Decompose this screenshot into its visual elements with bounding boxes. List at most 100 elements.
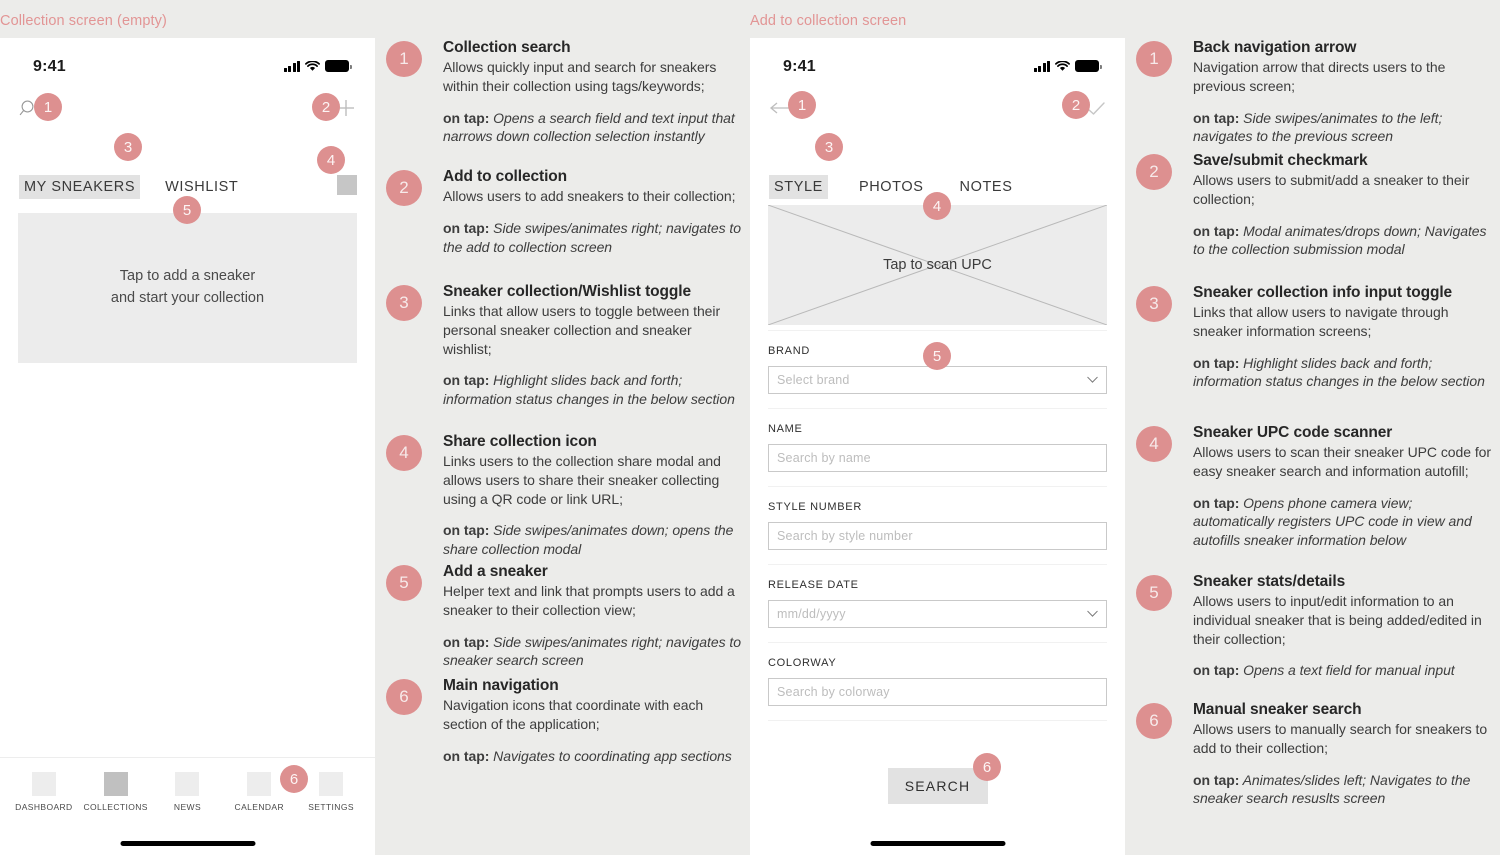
field-placeholder: Search by colorway [777,685,890,699]
callout-badge-6: 6 [280,765,308,793]
annotation-on-tap: on tap: Side swipes/animates to the left… [1193,109,1494,146]
annotation-item: 6 Manual sneaker search Allows users to … [1125,700,1500,808]
screen-label-collection: Collection screen (empty) [0,13,167,29]
empty-collection-card[interactable]: Tap to add a sneaker and start your colle… [18,213,357,363]
annotation-on-tap: on tap: Animates/slides left; Navigates … [1193,771,1494,808]
field-release-date: RELEASE DATE mm/dd/yyyy [768,565,1107,628]
upc-scanner-label: Tap to scan UPC [883,257,992,273]
nav-item-dashboard[interactable]: DASHBOARD [9,772,79,812]
on-tap-label: on tap: [1193,662,1240,679]
on-tap-label: on tap: [443,633,490,650]
news-icon [175,772,200,796]
annotation-item: 6 Main navigation Navigation icons that … [375,676,750,765]
on-tap-text: Navigates to coordinating app sections [493,747,732,764]
share-square-icon[interactable] [337,175,357,195]
annotation-badge: 3 [1136,286,1172,322]
annotation-title: Sneaker UPC code scanner [1193,424,1393,441]
annotation-description: Allows users to input/edit information t… [1193,593,1482,647]
tab-my-sneakers[interactable]: MY SNEAKERS [19,174,141,199]
field-placeholder: Search by style number [777,529,913,543]
on-tap-text: Opens a text field for manual input [1243,662,1455,679]
annotation-item: 1 Collection search Allows quickly input… [375,38,750,146]
empty-collection-text: Tap to add a sneaker and start your colle… [110,268,265,306]
tab-style[interactable]: STYLE [769,174,828,199]
annotation-title: Share collection icon [443,433,597,450]
annotation-title: Save/submit checkmark [1193,152,1368,169]
style-number-input[interactable]: Search by style number [768,522,1107,550]
annotation-item: 5 Add a sneaker Helper text and link tha… [375,562,750,670]
dashboard-icon [31,772,56,796]
callout-badge-4: 4 [923,192,951,220]
annotation-description: Allows users to manually search for snea… [1193,721,1488,756]
annotation-badge: 2 [1136,154,1172,190]
field-placeholder: Select brand [777,373,850,387]
field-placeholder: Search by name [777,451,871,465]
status-time: 9:41 [33,58,66,75]
annotation-description: Navigation icons that coordinate with ea… [443,697,704,732]
field-label: NAME [768,423,803,435]
annotation-title: Add to collection [443,168,568,185]
tab-photos[interactable]: PHOTOS [854,175,929,199]
annotation-description: Navigation arrow that directs users to t… [1193,59,1446,94]
on-tap-label: on tap: [443,372,490,389]
annotation-title: Sneaker collection/Wishlist toggle [443,283,691,300]
cellular-signal-icon [283,60,300,72]
annotation-badge: 5 [386,565,422,601]
annotation-title: Sneaker stats/details [1193,573,1346,590]
callout-badge-5: 5 [923,342,951,370]
annotation-badge: 6 [386,679,422,715]
callout-badge-5: 5 [173,196,201,224]
tab-notes[interactable]: NOTES [955,175,1018,199]
status-time: 9:41 [783,58,816,75]
status-bar: 9:41 [750,38,1125,90]
tab-wishlist[interactable]: WISHLIST [160,175,243,199]
annotation-badge: 2 [386,170,422,206]
annotation-item: 2 Add to collection Allows users to add … [375,167,750,256]
annotation-on-tap: on tap: Opens a text field for manual in… [1193,661,1494,680]
on-tap-label: on tap: [443,219,490,236]
annotation-item: 1 Back navigation arrow Navigation arrow… [1125,38,1500,146]
field-style-number: STYLE NUMBER Search by style number [768,487,1107,550]
sneaker-details-form: BRAND Select brand NAME Search by name S… [768,330,1107,721]
nav-item-collections[interactable]: COLLECTIONS [81,772,151,812]
annotation-item: 4 Share collection icon Links users to t… [375,432,750,558]
annotation-on-tap: on tap: Side swipes/animates right; navi… [443,219,744,256]
annotation-title: Collection search [443,39,571,56]
annotation-title: Add a sneaker [443,563,548,580]
phone-screen-collection: 9:41 MY SNEAKERS WISHLIST Tap to add a s… [0,38,375,855]
nav-item-news[interactable]: NEWS [152,772,222,812]
chevron-down-icon [1087,610,1098,617]
annotation-badge: 6 [1136,703,1172,739]
annotation-description: Helper text and link that prompts users … [443,583,735,618]
annotation-item: 2 Save/submit checkmark Allows users to … [1125,151,1500,259]
on-tap-label: on tap: [1193,494,1240,511]
calendar-icon [247,772,272,796]
annotation-title: Manual sneaker search [1193,701,1362,718]
name-input[interactable]: Search by name [768,444,1107,472]
upc-scanner-placeholder[interactable]: Tap to scan UPC [768,205,1107,325]
annotation-item: 3 Sneaker collection info input toggle L… [1125,283,1500,391]
release-date-select[interactable]: mm/dd/yyyy [768,600,1107,628]
callout-badge-1: 1 [34,93,62,121]
wireframe-canvas: Collection screen (empty) Add to collect… [0,0,1500,855]
annotation-description: Links that allow users to toggle between… [443,303,721,357]
colorway-input[interactable]: Search by colorway [768,678,1107,706]
annotation-description: Links that allow users to navigate throu… [1193,304,1449,339]
on-tap-label: on tap: [443,747,490,764]
brand-select[interactable]: Select brand [768,366,1107,394]
annotation-on-tap: on tap: Navigates to coordinating app se… [443,747,744,766]
on-tap-label: on tap: [1193,354,1240,371]
on-tap-label: on tap: [443,522,490,539]
battery-icon [325,60,352,72]
callout-badge-1: 1 [788,91,816,119]
nav-label: DASHBOARD [15,802,73,812]
annotation-badge: 4 [386,435,422,471]
annotation-on-tap: on tap: Side swipes/animates right; navi… [443,633,744,670]
annotation-title: Sneaker collection info input toggle [1193,284,1453,301]
collections-icon [103,772,128,796]
status-icons [283,60,352,72]
search-button[interactable]: SEARCH [887,768,988,804]
